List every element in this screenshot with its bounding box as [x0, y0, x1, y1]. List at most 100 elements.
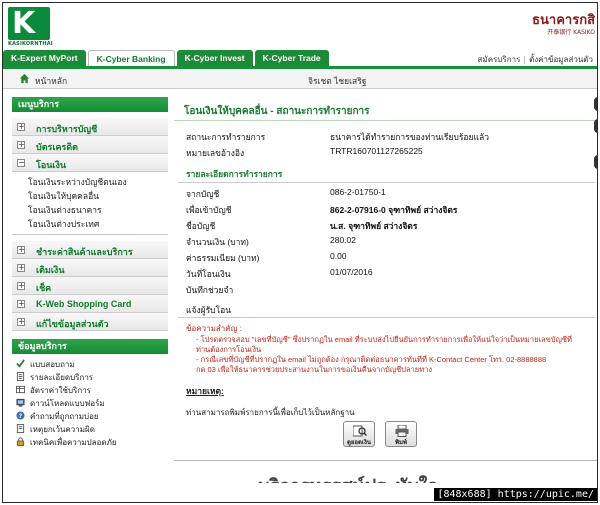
link-separator: | [523, 55, 527, 64]
detail-row-from-account: จากบัญชี 086-2-01750-1 [186, 187, 386, 199]
detail-row-memo: บันทึกช่วยจำ [186, 285, 234, 295]
expand-icon: + [17, 122, 25, 131]
browser-frame: K KASIKORNTHAI ธนาคารกสิ 开泰银行 KASIKO K-E… [2, 2, 598, 503]
expand-icon: + [17, 299, 25, 308]
expand-icon: + [17, 245, 25, 254]
status-label: สถานะการทำรายการ [186, 132, 266, 142]
sidebar-item-transfer[interactable]: − โอนเงิน [12, 154, 168, 172]
breadcrumb-bar: หน้าหลัก จิรเชต ไชยเสริฐ [3, 69, 597, 89]
sidebar-item-bill-payment[interactable]: + ชำระค่าสินค้าและบริการ [12, 241, 168, 259]
document-icon [16, 372, 25, 381]
important-notice: ข้อความสำคัญ : - โปรดตรวจสอบ "เลขที่บัญช… [174, 319, 597, 378]
download-icon [16, 398, 25, 407]
sidebar-item-credit-card[interactable]: + บัตรเครดิต [12, 136, 168, 154]
notice-title: ข้อความสำคัญ : [186, 324, 242, 333]
notice-line: ท่านต้องการโอนเงิน [196, 345, 262, 354]
sidebar-item-label: การบริหารบัญชี [36, 124, 98, 134]
detail-row-transfer-date: วันที่โอนเงิน 01/07/2016 [186, 267, 373, 279]
service-faq[interactable]: ? คำถามที่ถูกถามบ่อย [12, 409, 168, 422]
sidebar-item-k-web-shopping-card[interactable]: + K-Web Shopping Card [12, 295, 168, 313]
home-link[interactable]: หน้าหลัก [35, 74, 67, 88]
svg-text:?: ? [19, 413, 23, 420]
notice-line: - โปรดตรวจสอบ "เลขที่บัญชี" ซึ่งปรากฏใน … [196, 335, 572, 344]
service-fees[interactable]: อัตราค่าใช้บริการ [12, 383, 168, 396]
status-value: ธนาคารได้ทำรายการของท่านเรียบร้อยแล้ว [330, 132, 489, 142]
tab-k-cyber-invest[interactable]: K-Cyber Invest [176, 50, 253, 66]
lock-icon [16, 437, 25, 446]
sidebar-item-label: K-Web Shopping Card [36, 299, 132, 309]
services-title: ข้อมูลบริการ [12, 339, 168, 354]
tab-k-cyber-banking[interactable]: K-Cyber Banking [87, 50, 175, 66]
page-title: โอนเงินให้บุคคลอื่น - สถานะการทำรายการ [174, 97, 597, 121]
sidebar-item-label: แก้ไขข้อมูลส่วนตัว [36, 319, 109, 329]
sidebar-item-cheque[interactable]: + เช็ค [12, 277, 168, 295]
right-edge-icons [594, 97, 597, 397]
submenu-own-account-transfer[interactable]: โอนเงินระหว่างบัญชีตนเอง [28, 175, 168, 189]
side-widget-icon[interactable] [594, 97, 597, 111]
service-questionnaire[interactable]: แบบสอบถาม [12, 357, 168, 370]
submenu-third-party-transfer[interactable]: โอนเงินให้บุคคลอื่น [28, 189, 168, 203]
side-widget-icon[interactable] [594, 119, 597, 133]
apply-service-link[interactable]: สมัครบริการ [478, 55, 521, 64]
status-row: สถานะการทำรายการ ธนาคารได้ทำรายการของท่า… [174, 127, 597, 143]
footer-divider [174, 460, 597, 461]
kasikorn-logo[interactable]: K KASIKORNTHAI [8, 7, 53, 49]
printer-icon [395, 425, 409, 437]
sidebar-item-edit-profile[interactable]: + แก้ไขข้อมูลส่วนตัว [12, 313, 168, 331]
expand-icon: + [17, 281, 25, 290]
tab-k-expert-myport[interactable]: K-Expert MyPort [3, 50, 86, 66]
notice-divider [178, 317, 595, 318]
service-details[interactable]: รายละเอียดบริการ [12, 370, 168, 383]
sidebar-item-label: บัตรเครดิต [36, 142, 79, 152]
top-links: สมัครบริการ | ตั้งค่าข้อมูลส่วนตัว [478, 53, 593, 66]
reference-row: หมายเลขอ้างอิง TRTR160701127265225 [174, 143, 597, 159]
print-button[interactable]: พิมพ์ [385, 421, 417, 447]
detail-row-amount: จำนวนเงิน (บาท) 280.02 [186, 235, 356, 247]
submenu-interbank-transfer[interactable]: โอนเงินต่างธนาคาร [28, 203, 168, 217]
reference-label: หมายเลขอ้างอิง [186, 148, 245, 158]
side-widget-icon[interactable] [594, 155, 597, 169]
submenu-international-transfer[interactable]: โอนเงินต่างประเทศ [28, 217, 168, 231]
reference-value: TRTR160701127265225 [330, 146, 423, 156]
document-icon [16, 424, 25, 433]
sidebar-item-label: เช็ค [36, 283, 52, 293]
detail-row-fee: ค่าธรรมเนียม (บาท) 0.00 [186, 251, 347, 263]
details-title: รายละเอียดการทำรายการ [186, 169, 283, 179]
tab-k-cyber-trade[interactable]: K-Cyber Trade [254, 50, 329, 66]
collapse-icon: − [17, 158, 25, 167]
question-icon: ? [16, 411, 25, 420]
expand-icon: + [17, 317, 25, 326]
home-icon[interactable] [19, 73, 30, 84]
notify-recipient-label: แจ้งผู้รับโอน [186, 305, 232, 315]
user-name: จิรเชต ไชยเสริฐ [308, 76, 367, 86]
service-disclaimer[interactable]: เหตุยกเว้นความผิด [12, 422, 168, 435]
main-content: โอนเงินให้บุคคลอื่น - สถานะการทำรายการ ส… [174, 97, 597, 419]
sidebar: เมนูบริการ + การบริหารบัญชี + บัตรเครดิต… [12, 97, 168, 448]
sidebar-item-label: โอนเงิน [36, 160, 67, 170]
remark-text: ท่านสามารถพิมพ์รายการนี้เพื่อเก็บไว้เป็น… [186, 408, 355, 417]
sidebar-item-account-management[interactable]: + การบริหารบัญชี [12, 118, 168, 136]
services-list: แบบสอบถาม รายละเอียดบริการ อัตราค่าใช้บร… [12, 354, 168, 448]
service-download-forms[interactable]: ดาวน์โหลดแบบฟอร์ม [12, 396, 168, 409]
service-security-tips[interactable]: เทคนิคเพื่อความปลอดภัย [12, 435, 168, 448]
sidebar-item-label: เติมเงิน [36, 265, 65, 275]
expand-icon: + [17, 140, 25, 149]
sidebar-item-top-up[interactable]: + เติมเงิน [12, 259, 168, 277]
detail-row-account-name: ชื่อบัญชี น.ส. จุฑาทิพย์ สว่างจิตร [186, 221, 418, 231]
notice-line: กด 03 เพื่อให้ธนาคารช่วยประสานงานในการขอ… [196, 365, 433, 374]
profile-settings-link[interactable]: ตั้งค่าข้อมูลส่วนตัว [529, 55, 593, 64]
action-buttons: ดูยอดเงิน พิมพ์ [343, 421, 417, 447]
remark-title: หมายเหตุ: [186, 386, 224, 396]
product-tabs: K-Expert MyPort K-Cyber Banking K-Cyber … [3, 50, 331, 66]
checkmark-icon [16, 359, 25, 368]
menu-title: เมนูบริการ [12, 97, 168, 112]
expand-icon: + [17, 263, 25, 272]
transfer-submenu: โอนเงินระหว่างบัญชีตนเอง โอนเงินให้บุคคล… [12, 172, 168, 235]
details-divider [178, 182, 595, 183]
magnifier-icon [353, 425, 367, 437]
bottom-banner: บริการทรรศน์ประทับใจ [258, 471, 438, 483]
table-icon [16, 385, 25, 394]
view-balance-button[interactable]: ดูยอดเงิน [343, 421, 375, 447]
notice-line: - กรณีเลขที่บัญชีที่ปรากฏใน email ไม่ถูก… [196, 355, 547, 364]
notify-recipient-row: แจ้งผู้รับโอน [174, 300, 597, 316]
